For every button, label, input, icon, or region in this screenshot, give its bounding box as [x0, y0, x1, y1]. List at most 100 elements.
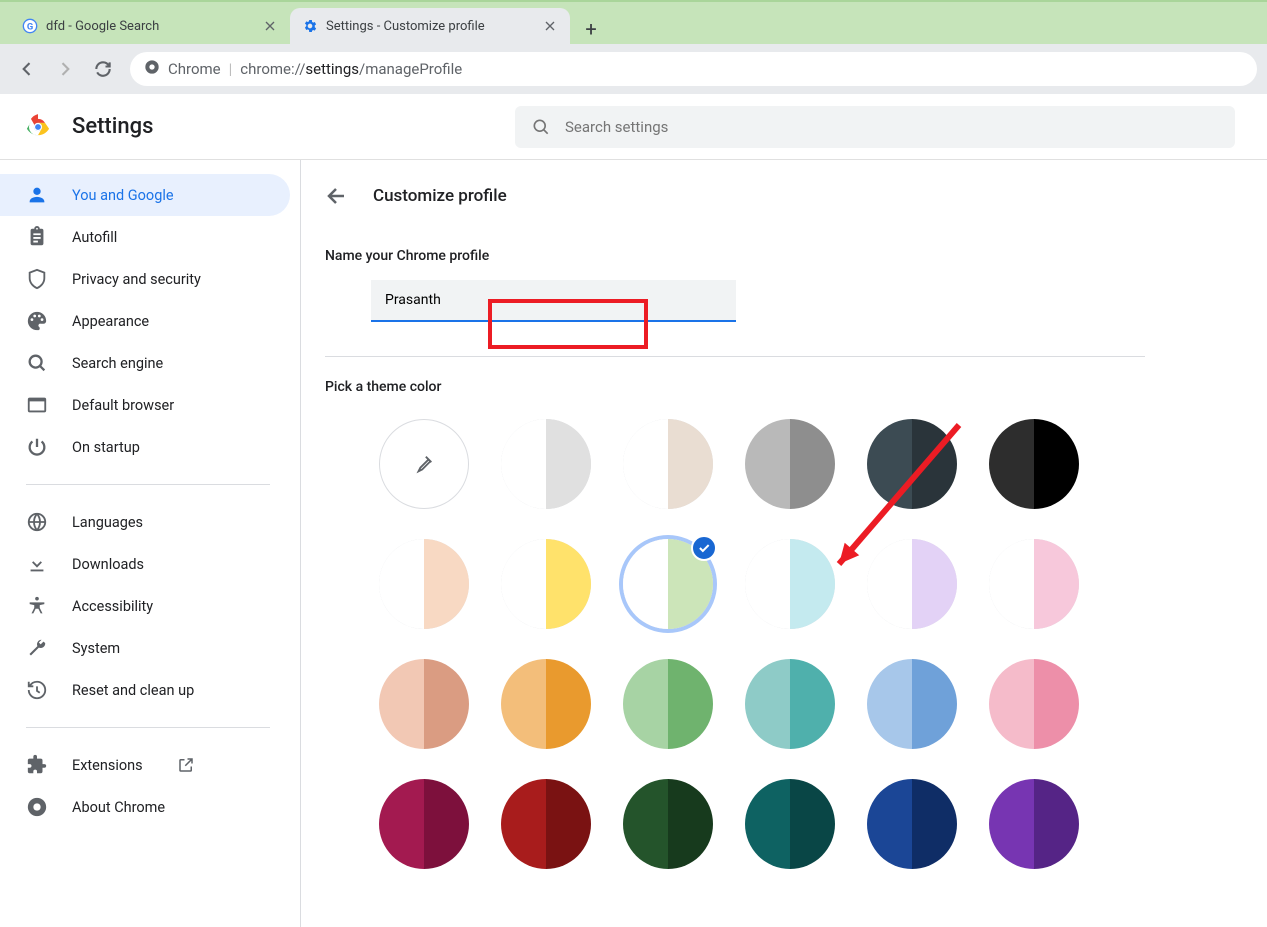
sidebar-item-system[interactable]: System [0, 627, 290, 669]
settings-header: Settings Search settings [0, 94, 1267, 160]
theme-swatch[interactable] [501, 539, 591, 629]
wrench-icon [26, 637, 48, 659]
restore-icon [26, 679, 48, 701]
accessibility-icon [26, 595, 48, 617]
sidebar-item-label: Default browser [72, 397, 174, 414]
search-icon [531, 117, 551, 137]
tab-title: Settings - Customize profile [326, 19, 542, 34]
google-favicon: G [22, 18, 38, 34]
sidebar-item-default-browser[interactable]: Default browser [0, 384, 290, 426]
sidebar-item-autofill[interactable]: Autofill [0, 216, 290, 258]
page-title: Customize profile [373, 186, 507, 206]
tab-active[interactable]: Settings - Customize profile [290, 8, 570, 44]
theme-swatch[interactable] [379, 779, 469, 869]
shield-icon [26, 268, 48, 290]
sidebar-item-label: Appearance [72, 313, 149, 330]
sidebar-item-about-chrome[interactable]: About Chrome [0, 786, 290, 828]
theme-swatch[interactable] [501, 779, 591, 869]
theme-swatch[interactable] [989, 779, 1079, 869]
close-icon[interactable] [542, 18, 558, 34]
theme-swatch[interactable] [623, 779, 713, 869]
tab-title: dfd - Google Search [46, 19, 262, 34]
theme-swatch[interactable] [867, 539, 957, 629]
chrome-icon [26, 796, 48, 818]
sidebar-item-label: Downloads [72, 556, 144, 573]
search-icon [26, 352, 48, 374]
theme-swatch[interactable] [501, 419, 591, 509]
sidebar-item-label: Privacy and security [72, 271, 201, 288]
profile-name-input[interactable] [371, 280, 736, 322]
eyedropper-icon [413, 453, 435, 475]
theme-swatch[interactable] [379, 659, 469, 749]
theme-swatch[interactable] [989, 659, 1079, 749]
theme-swatch[interactable] [745, 779, 835, 869]
sidebar-item-you-and-google[interactable]: You and Google [0, 174, 290, 216]
download-icon [26, 553, 48, 575]
sidebar-item-label: You and Google [72, 187, 174, 204]
theme-swatch[interactable] [745, 539, 835, 629]
omnibox-prefix: Chrome [168, 60, 221, 78]
settings-search[interactable]: Search settings [515, 106, 1235, 148]
search-placeholder: Search settings [565, 118, 668, 136]
sidebar-item-label: On startup [72, 439, 140, 456]
settings-main: Customize profile Name your Chrome profi… [300, 160, 1267, 927]
new-tab-button[interactable]: + [576, 14, 606, 44]
back-button[interactable] [10, 52, 44, 86]
sidebar-item-label: Accessibility [72, 598, 153, 615]
sidebar-item-languages[interactable]: Languages [0, 501, 290, 543]
page-back-button[interactable] [325, 184, 349, 208]
person-icon [26, 184, 48, 206]
settings-title: Settings [72, 114, 153, 139]
sidebar-item-privacy-and-security[interactable]: Privacy and security [0, 258, 290, 300]
theme-swatch[interactable] [867, 779, 957, 869]
theme-swatch[interactable] [867, 659, 957, 749]
extension-icon [26, 754, 48, 776]
theme-swatch-grid [379, 419, 1145, 869]
power-icon [26, 436, 48, 458]
theme-swatch[interactable] [745, 659, 835, 749]
checkmark-icon [691, 535, 717, 561]
sidebar-item-downloads[interactable]: Downloads [0, 543, 290, 585]
sidebar-item-search-engine[interactable]: Search engine [0, 342, 290, 384]
sidebar-item-appearance[interactable]: Appearance [0, 300, 290, 342]
sidebar-item-accessibility[interactable]: Accessibility [0, 585, 290, 627]
settings-favicon-icon [302, 18, 318, 34]
palette-icon [26, 310, 48, 332]
theme-swatch[interactable] [623, 539, 713, 629]
svg-text:G: G [27, 21, 33, 32]
forward-button[interactable] [48, 52, 82, 86]
address-bar[interactable]: Chrome | chrome://settings/manageProfile [130, 52, 1257, 86]
browser-icon [26, 394, 48, 416]
theme-swatch[interactable] [623, 659, 713, 749]
theme-swatch[interactable] [623, 419, 713, 509]
chrome-chip-icon [144, 59, 160, 79]
theme-swatch[interactable] [745, 419, 835, 509]
browser-tabstrip: G dfd - Google Search Settings - Customi… [0, 0, 1267, 44]
theme-swatch[interactable] [501, 659, 591, 749]
theme-swatch[interactable] [379, 419, 469, 509]
theme-swatch[interactable] [379, 539, 469, 629]
sidebar-item-label: Search engine [72, 355, 163, 372]
sidebar-item-label: About Chrome [72, 799, 165, 816]
sidebar-item-label: Reset and clean up [72, 682, 194, 699]
name-field-label: Name your Chrome profile [325, 248, 1145, 264]
chrome-logo-icon [24, 113, 52, 141]
theme-label: Pick a theme color [325, 379, 1145, 395]
browser-toolbar: Chrome | chrome://settings/manageProfile [0, 44, 1267, 94]
external-link-icon [177, 756, 195, 774]
settings-sidebar: You and Google Autofill Privacy and securi… [0, 160, 300, 927]
close-icon[interactable] [262, 18, 278, 34]
sidebar-item-on-startup[interactable]: On startup [0, 426, 290, 468]
tab-inactive[interactable]: G dfd - Google Search [10, 8, 290, 44]
theme-swatch[interactable] [989, 419, 1079, 509]
sidebar-item-reset-and-clean-up[interactable]: Reset and clean up [0, 669, 290, 711]
theme-swatch[interactable] [989, 539, 1079, 629]
sidebar-item-extensions[interactable]: Extensions [0, 744, 290, 786]
sidebar-item-label: Extensions [72, 757, 143, 774]
sidebar-item-label: Autofill [72, 229, 117, 246]
sidebar-item-label: Languages [72, 514, 143, 531]
reload-button[interactable] [86, 52, 120, 86]
assignment-icon [26, 226, 48, 248]
globe-icon [26, 511, 48, 533]
theme-swatch[interactable] [867, 419, 957, 509]
